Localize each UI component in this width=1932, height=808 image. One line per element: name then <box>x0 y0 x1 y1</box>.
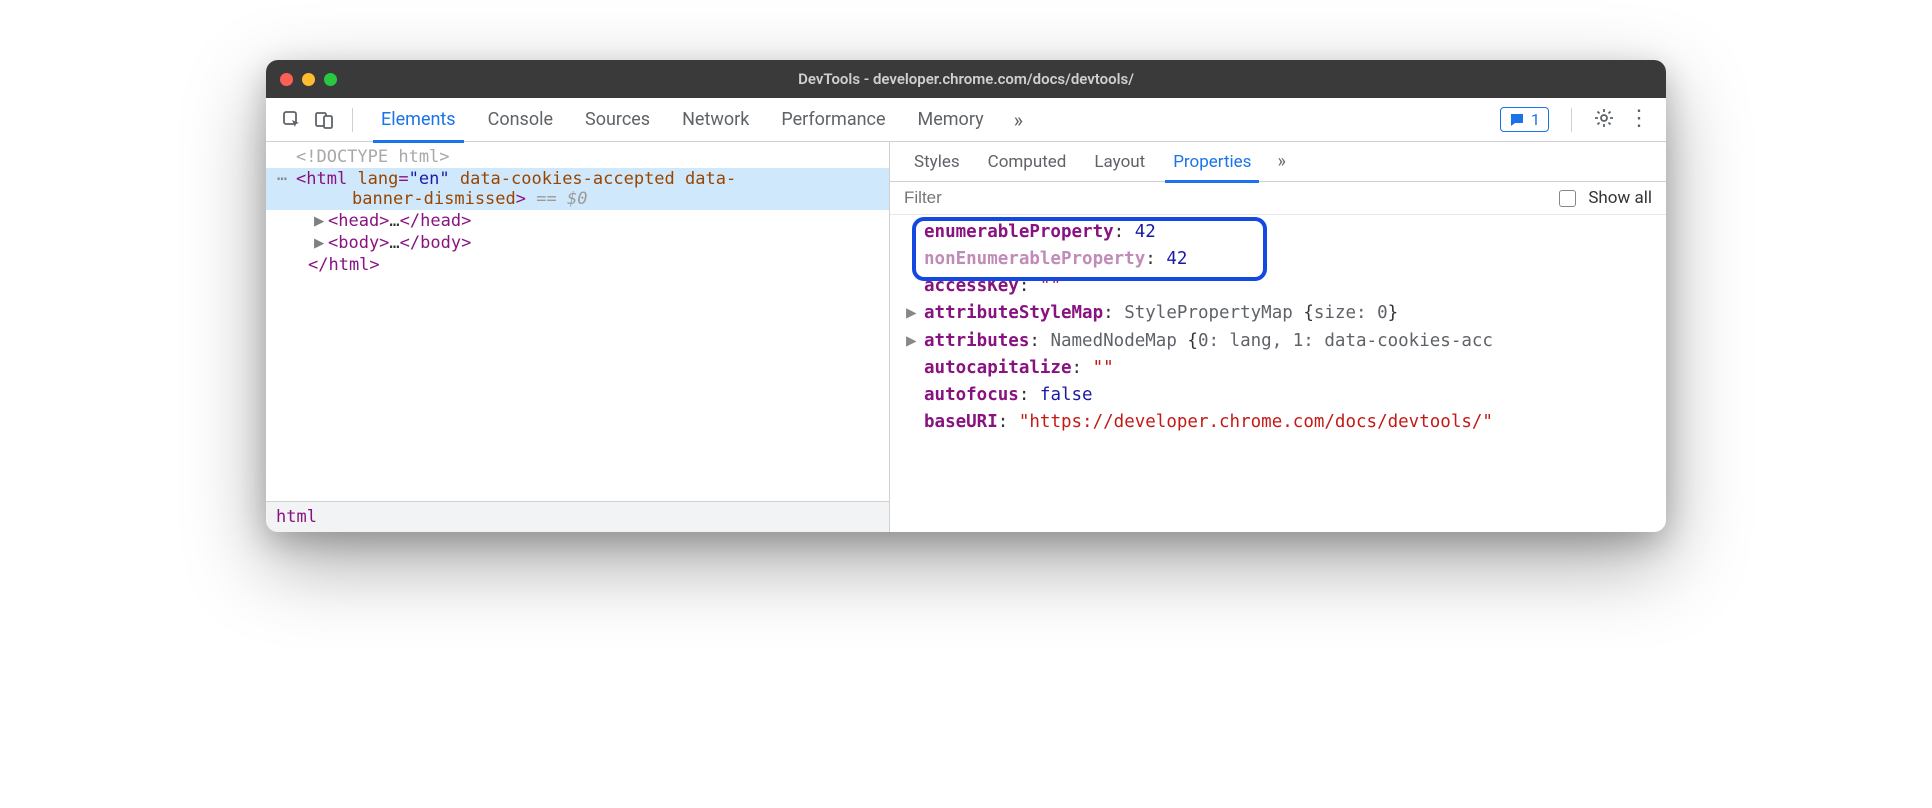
property-row[interactable]: ▶attributes: NamedNodeMap {0: lang, 1: d… <box>906 328 1666 355</box>
minimize-button[interactable] <box>302 73 315 86</box>
separator <box>352 108 353 132</box>
show-all-checkbox[interactable] <box>1559 190 1576 207</box>
messages-count: 1 <box>1531 110 1540 129</box>
traffic-lights <box>280 73 337 86</box>
window-title: DevTools - developer.chrome.com/docs/dev… <box>798 70 1134 88</box>
property-name: autofocus <box>924 385 1019 405</box>
close-button[interactable] <box>280 73 293 86</box>
main-tabs: ElementsConsoleSourcesNetworkPerformance… <box>365 98 1000 142</box>
show-all-label: Show all <box>1588 188 1652 208</box>
separator <box>1571 108 1572 132</box>
breadcrumb[interactable]: html <box>266 501 889 532</box>
devtools-window: DevTools - developer.chrome.com/docs/dev… <box>266 60 1666 532</box>
property-name: nonEnumerableProperty <box>924 249 1145 269</box>
subtab-layout[interactable]: Layout <box>1080 142 1159 182</box>
dom-body-element[interactable]: ▶<body>…</body> <box>266 232 889 254</box>
filter-row: Show all <box>890 182 1666 215</box>
settings-icon[interactable] <box>1594 108 1614 132</box>
main-toolbar: ElementsConsoleSourcesNetworkPerformance… <box>266 98 1666 142</box>
more-tabs-icon[interactable]: » <box>1004 108 1033 132</box>
property-row[interactable]: enumerableProperty: 42 <box>906 219 1666 246</box>
property-value: 42 <box>1166 249 1187 269</box>
property-row[interactable]: nonEnumerableProperty: 42 <box>906 246 1666 273</box>
more-icon[interactable]: ⋮ <box>1628 115 1650 124</box>
expand-arrow-icon[interactable]: ▶ <box>906 328 917 355</box>
breadcrumb-item[interactable]: html <box>276 507 317 527</box>
property-value: NamedNodeMap {0: lang, 1: data-cookies-a… <box>1050 331 1493 351</box>
subtab-computed[interactable]: Computed <box>974 142 1081 182</box>
property-value: "" <box>1040 276 1061 296</box>
property-value: false <box>1040 385 1093 405</box>
tab-network[interactable]: Network <box>666 98 765 142</box>
properties-list[interactable]: enumerableProperty: 42nonEnumerablePrope… <box>890 215 1666 436</box>
property-value: StylePropertyMap {size: 0} <box>1124 303 1398 323</box>
messages-badge[interactable]: 1 <box>1500 107 1549 132</box>
property-row[interactable]: accessKey: "" <box>906 273 1666 300</box>
property-row[interactable]: baseURI: "https://developer.chrome.com/d… <box>906 409 1666 436</box>
property-name: attributeStyleMap <box>924 303 1103 323</box>
property-value: "https://developer.chrome.com/docs/devto… <box>1019 412 1493 432</box>
titlebar: DevTools - developer.chrome.com/docs/dev… <box>266 60 1666 98</box>
filter-input[interactable] <box>904 188 1547 208</box>
property-value: 42 <box>1135 222 1156 242</box>
property-name: baseURI <box>924 412 998 432</box>
tab-memory[interactable]: Memory <box>902 98 1000 142</box>
dom-head-element[interactable]: ▶<head>…</head> <box>266 210 889 232</box>
tab-performance[interactable]: Performance <box>765 98 901 142</box>
property-row[interactable]: autofocus: false <box>906 382 1666 409</box>
sidebar-tabs: StylesComputedLayoutProperties » <box>890 142 1666 182</box>
subtab-properties[interactable]: Properties <box>1159 142 1265 182</box>
property-name: enumerableProperty <box>924 222 1114 242</box>
elements-panel: <!DOCTYPE html> ⋯ <html lang="en" data-c… <box>266 142 890 532</box>
dom-tree[interactable]: <!DOCTYPE html> ⋯ <html lang="en" data-c… <box>266 142 889 501</box>
dom-html-element[interactable]: ⋯ <html lang="en" data-cookies-accepted … <box>266 168 889 210</box>
more-tabs-icon[interactable]: » <box>1267 151 1295 172</box>
property-row[interactable]: ▶attributeStyleMap: StylePropertyMap {si… <box>906 300 1666 327</box>
tab-elements[interactable]: Elements <box>365 98 472 142</box>
property-value: "" <box>1093 358 1114 378</box>
dom-html-close[interactable]: </html> <box>266 254 889 276</box>
dom-doctype[interactable]: <!DOCTYPE html> <box>266 146 889 168</box>
subtab-styles[interactable]: Styles <box>900 142 974 182</box>
property-name: attributes <box>924 331 1029 351</box>
tab-sources[interactable]: Sources <box>569 98 666 142</box>
expand-arrow-icon[interactable]: ▶ <box>906 300 917 327</box>
tab-console[interactable]: Console <box>472 98 569 142</box>
inspect-icon[interactable] <box>282 110 302 130</box>
content: <!DOCTYPE html> ⋯ <html lang="en" data-c… <box>266 142 1666 532</box>
sidebar-panel: StylesComputedLayoutProperties » Show al… <box>890 142 1666 532</box>
property-name: accessKey <box>924 276 1019 296</box>
maximize-button[interactable] <box>324 73 337 86</box>
device-toggle-icon[interactable] <box>314 110 334 130</box>
property-name: autocapitalize <box>924 358 1072 378</box>
property-row[interactable]: autocapitalize: "" <box>906 355 1666 382</box>
